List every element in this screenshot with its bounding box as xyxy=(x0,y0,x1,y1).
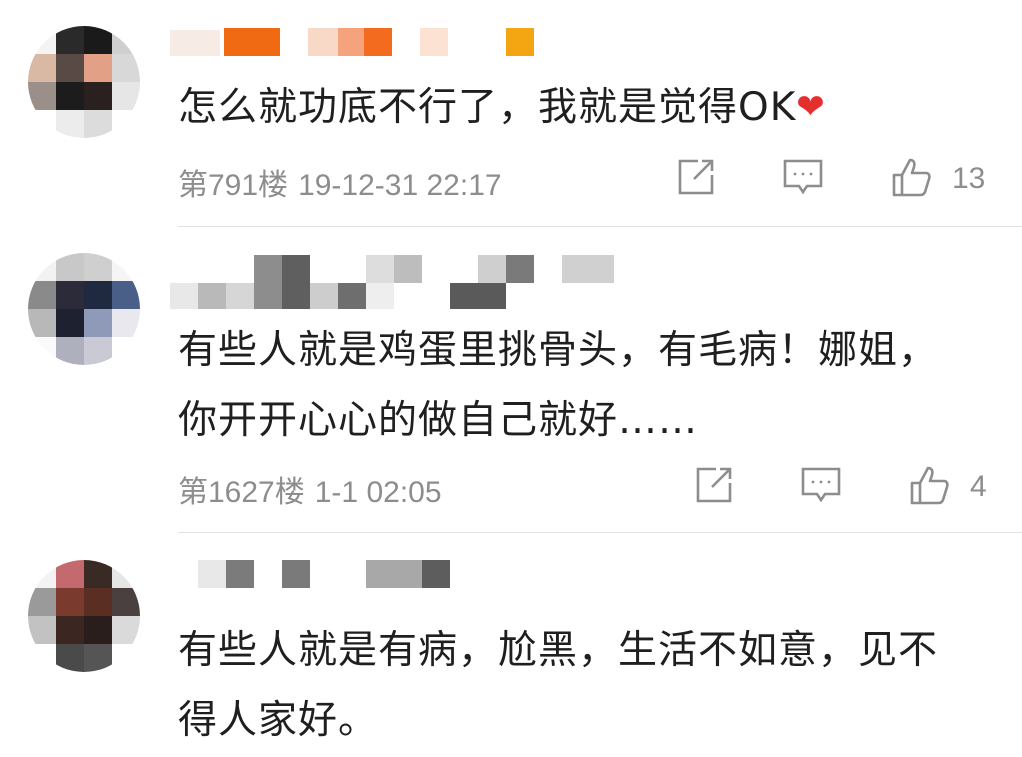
comment-text-content: 有些人就是有病，尬黑，生活不如意，见不 得人家好。 xyxy=(178,628,939,743)
avatar[interactable] xyxy=(28,26,140,138)
thumbs-up-icon[interactable] xyxy=(890,155,934,203)
timestamp: 19-12-31 22:17 xyxy=(298,169,502,202)
like-count: 4 xyxy=(970,470,987,503)
avatar[interactable] xyxy=(28,560,140,672)
floor-number: 第1627楼 xyxy=(178,476,305,509)
username-blurred[interactable] xyxy=(170,560,470,620)
comment-text-content: 怎么就功底不行了，我就是觉得OK xyxy=(178,85,797,130)
share-icon[interactable] xyxy=(676,157,716,201)
comment-text: 有些人就是有病，尬黑，生活不如意，见不 得人家好。 xyxy=(178,616,998,756)
comment-meta: 第1627楼 1-1 02:05 xyxy=(178,467,442,511)
comment-icon[interactable] xyxy=(782,157,824,201)
comment-icon[interactable] xyxy=(800,465,842,509)
comment-actions: 4 xyxy=(694,463,987,511)
comment-item: 有些人就是鸡蛋里挑骨头，有毛病！娜姐， 你开开心心的做自己就好…… 第1627楼… xyxy=(0,227,1022,533)
floor-number: 第791楼 xyxy=(178,169,289,202)
avatar[interactable] xyxy=(28,253,140,365)
comment-text-content: 有些人就是鸡蛋里挑骨头，有毛病！娜姐， 你开开心心的做自己就好…… xyxy=(178,328,939,443)
timestamp: 1-1 02:05 xyxy=(314,476,442,509)
comment-actions: 13 xyxy=(676,155,985,203)
comment-meta: 第791楼 19-12-31 22:17 xyxy=(178,160,502,204)
share-icon[interactable] xyxy=(694,465,734,509)
comment-item: 怎么就功底不行了，我就是觉得OK❤ 第791楼 19-12-31 22:17 13 xyxy=(0,0,1022,227)
comment-item: 有些人就是有病，尬黑，生活不如意，见不 得人家好。 xyxy=(0,532,1022,757)
username-blurred[interactable] xyxy=(170,255,630,315)
thumbs-up-icon[interactable] xyxy=(908,463,952,511)
like-count: 13 xyxy=(952,162,986,195)
comment-text: 有些人就是鸡蛋里挑骨头，有毛病！娜姐， 你开开心心的做自己就好…… xyxy=(178,316,998,456)
comment-text: 怎么就功底不行了，我就是觉得OK❤ xyxy=(178,72,998,143)
heart-icon: ❤ xyxy=(796,87,826,127)
